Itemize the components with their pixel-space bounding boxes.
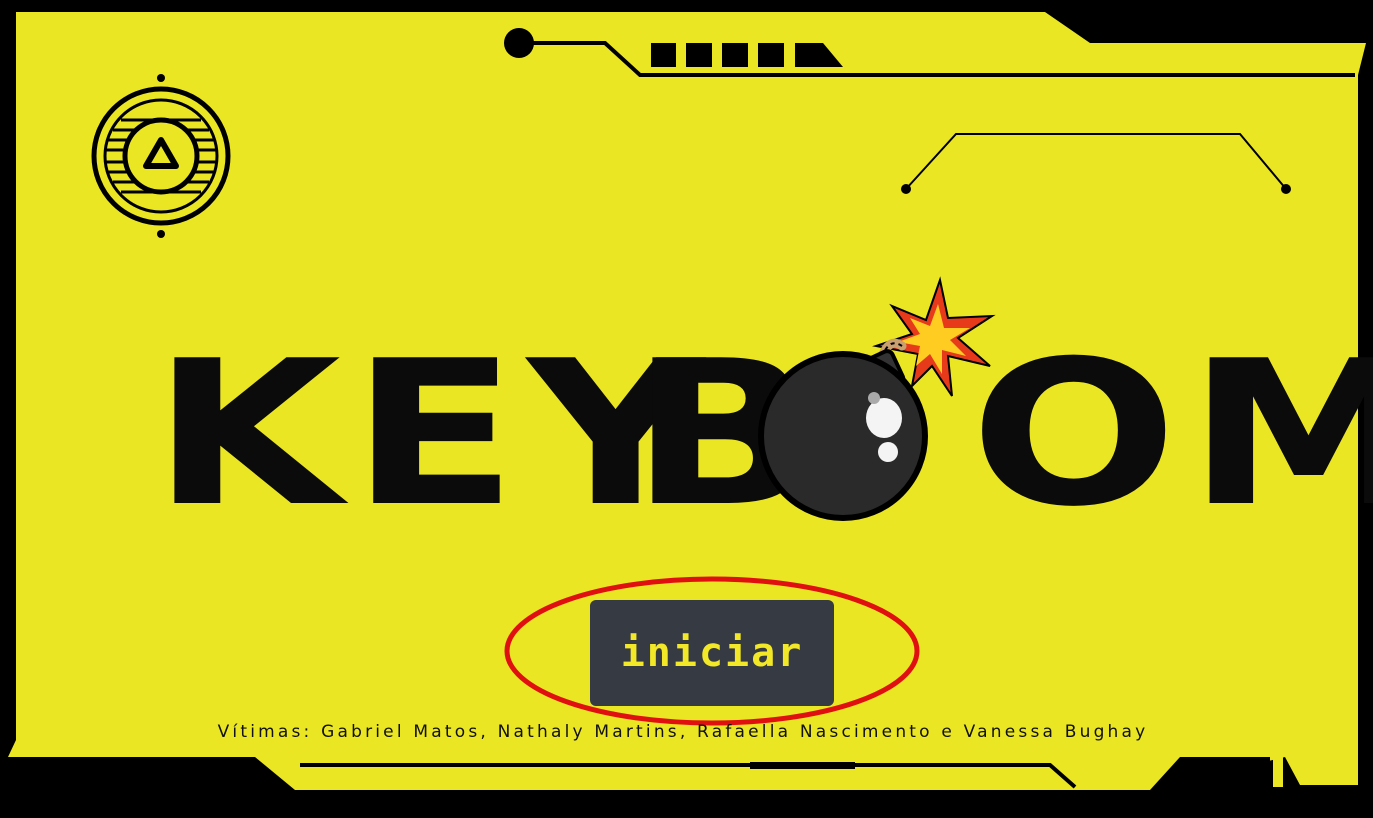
triangle-emblem-icon	[91, 74, 231, 238]
start-button[interactable]: iniciar	[590, 600, 834, 706]
credits-text: Vítimas: Gabriel Matos, Nathaly Martins,…	[217, 722, 1149, 742]
frame-bottom-block	[1273, 757, 1283, 787]
frame-bottom-bar	[750, 762, 855, 769]
circuit-line-decoration	[901, 133, 1291, 194]
frame-block	[651, 43, 676, 67]
frame-block	[758, 43, 784, 67]
bomb-icon	[758, 276, 996, 521]
title-boom-om: OM	[970, 318, 1373, 551]
frame-block	[722, 43, 748, 67]
game-title: KEY B OM	[150, 335, 1373, 535]
frame-block	[686, 43, 712, 67]
